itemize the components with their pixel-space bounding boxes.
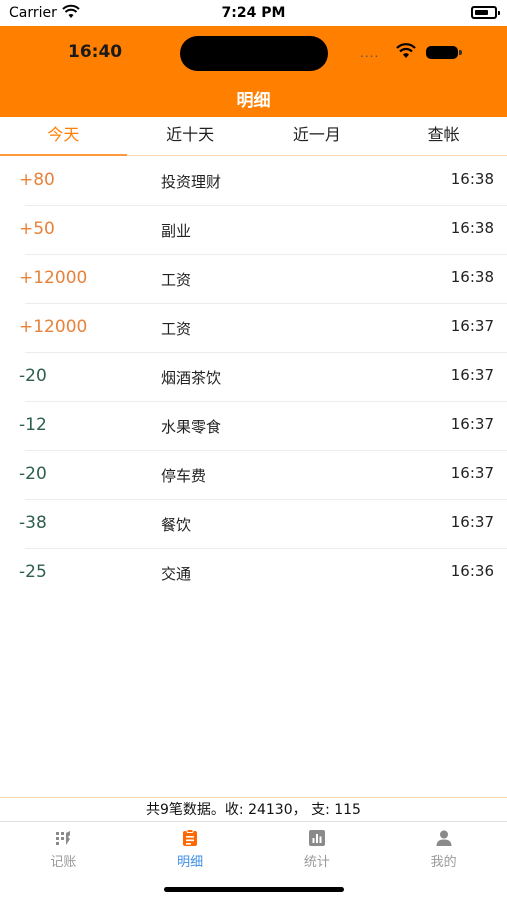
tabbar-label: 明细 — [177, 855, 204, 870]
summary-bar: 共9笔数据。收: 24130， 支: 115 — [0, 797, 507, 822]
transaction-time: 16:38 — [450, 219, 494, 237]
inner-status-time: 16:40 — [68, 42, 123, 62]
transaction-category: 停车费 — [161, 467, 207, 485]
person-icon — [436, 830, 452, 846]
tab-check-account[interactable]: 查帐 — [380, 117, 507, 155]
transaction-time: 16:37 — [450, 366, 494, 384]
inner-wifi-icon — [396, 43, 416, 58]
system-time: 7:24 PM — [221, 5, 286, 21]
transaction-row[interactable]: +12000 工资 16:37 — [0, 304, 507, 353]
transaction-amount: +80 — [19, 170, 55, 190]
tabbar-label: 统计 — [303, 855, 330, 870]
transaction-row[interactable]: +50 副业 16:38 — [0, 206, 507, 255]
transaction-amount: +50 — [19, 219, 55, 239]
transaction-category: 交通 — [161, 565, 192, 583]
transaction-amount: -38 — [19, 513, 47, 533]
transaction-row[interactable]: -25 交通 16:36 — [0, 549, 507, 598]
transaction-category: 烟酒茶饮 — [161, 369, 222, 387]
transaction-amount: +12000 — [19, 317, 88, 337]
tab-last-month[interactable]: 近一月 — [254, 117, 381, 155]
tabbar-label: 记账 — [50, 855, 77, 870]
detail-list-icon — [183, 829, 198, 846]
bottom-tab-bar: 记账 明细 统计 我的 — [0, 823, 507, 873]
transaction-time: 16:37 — [450, 415, 494, 433]
inner-battery-icon — [426, 46, 462, 59]
chart-icon — [308, 830, 325, 846]
transaction-category: 工资 — [161, 320, 192, 338]
transaction-category: 工资 — [161, 271, 192, 289]
tabbar-item-bookkeeping[interactable]: 记账 — [0, 823, 127, 873]
transaction-time: 16:37 — [450, 513, 494, 531]
tab-last-ten-days[interactable]: 近十天 — [127, 117, 254, 155]
transaction-row[interactable]: -12 水果零食 16:37 — [0, 402, 507, 451]
transaction-category: 水果零食 — [161, 418, 222, 436]
dynamic-island — [180, 36, 328, 71]
tabbar-item-statistics[interactable]: 统计 — [254, 823, 381, 873]
transaction-list: +80 投资理财 16:38 +50 副业 16:38 +12000 工资 16… — [0, 157, 507, 598]
signal-dots-icon: .... — [360, 46, 380, 60]
transaction-row[interactable]: +12000 工资 16:38 — [0, 255, 507, 304]
app-header: 16:40 .... 明细 — [0, 26, 507, 117]
bookkeeping-icon — [56, 831, 71, 845]
transaction-category: 投资理财 — [161, 173, 222, 191]
transaction-row[interactable]: +80 投资理财 16:38 — [0, 157, 507, 206]
home-indicator[interactable] — [164, 887, 344, 892]
transaction-category: 餐饮 — [161, 516, 192, 534]
transaction-amount: -12 — [19, 415, 47, 435]
period-tabs: 今天 近十天 近一月 查帐 — [0, 117, 507, 156]
transaction-amount: -20 — [19, 366, 47, 386]
transaction-amount: +12000 — [19, 268, 88, 288]
transaction-time: 16:38 — [450, 170, 494, 188]
tabbar-label: 我的 — [430, 855, 457, 870]
page-title: 明细 — [236, 91, 271, 111]
transaction-category: 副业 — [161, 222, 192, 240]
battery-icon — [471, 6, 500, 19]
transaction-time: 16:38 — [450, 268, 494, 286]
transaction-row[interactable]: -20 停车费 16:37 — [0, 451, 507, 500]
tab-today[interactable]: 今天 — [0, 117, 127, 156]
transaction-row[interactable]: -20 烟酒茶饮 16:37 — [0, 353, 507, 402]
transaction-time: 16:37 — [450, 464, 494, 482]
transaction-amount: -20 — [19, 464, 47, 484]
system-status-bar: Carrier 7:24 PM — [0, 0, 507, 26]
transaction-amount: -25 — [19, 562, 47, 582]
tabbar-item-detail[interactable]: 明细 — [127, 823, 254, 873]
transaction-time: 16:36 — [450, 562, 494, 580]
transaction-time: 16:37 — [450, 317, 494, 335]
transaction-row[interactable]: -38 餐饮 16:37 — [0, 500, 507, 549]
tabbar-item-mine[interactable]: 我的 — [380, 823, 507, 873]
